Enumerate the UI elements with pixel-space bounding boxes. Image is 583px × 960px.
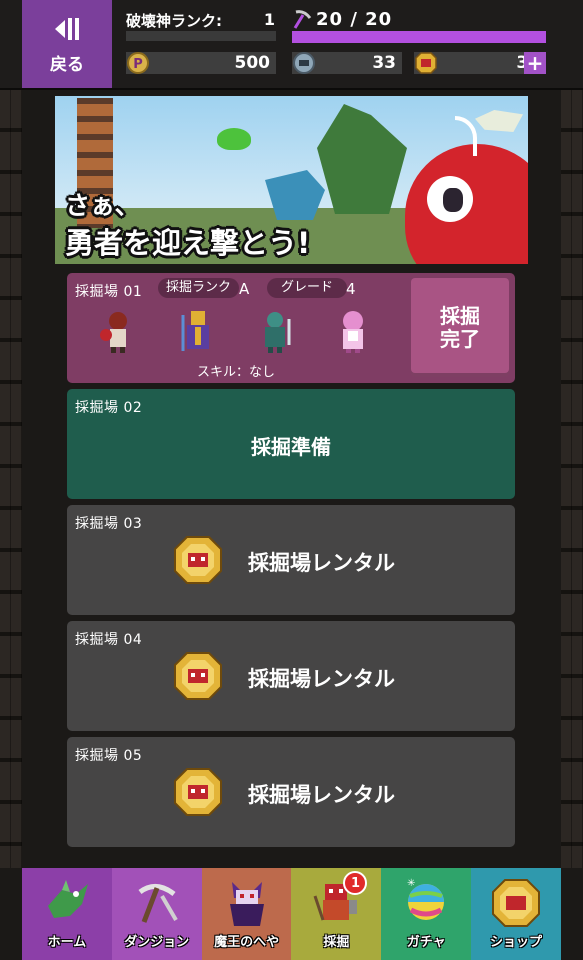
- destruction-god-rank-label: 破壊神ランク:: [126, 12, 222, 30]
- back-label: 戻る: [50, 54, 84, 75]
- nav-dungeon[interactable]: ダンジョン: [111, 868, 202, 960]
- mine-slot-02[interactable]: 採掘場 02 採掘準備: [67, 389, 515, 499]
- slime-illustration: [217, 128, 251, 150]
- nav-mining-label: 採掘: [323, 935, 350, 950]
- grade-pill: グレード: [267, 278, 348, 298]
- top-status-bar: 戻る 破壊神ランク: 1 20 / 20 P 500 33 30 +: [0, 0, 583, 90]
- points-value: 500: [234, 53, 271, 73]
- banner-title-line1: さぁ、: [65, 191, 140, 220]
- nav-demon-lord-label: 魔王のへや: [214, 935, 280, 950]
- mining-notification-badge: 1: [343, 871, 368, 895]
- dungeon-wall-left: [0, 90, 22, 868]
- nav-shop-label: ショップ: [490, 935, 543, 950]
- back-arrow-icon: [55, 17, 79, 40]
- dragon-icon: [47, 880, 88, 918]
- nav-gacha[interactable]: ✳ ガチャ: [381, 868, 472, 960]
- dungeon-wall-right: [561, 90, 583, 868]
- silver-value: 33: [372, 53, 396, 73]
- nav-dungeon-label: ダンジョン: [124, 935, 190, 950]
- skeleton-fish-illustration: [475, 110, 523, 132]
- mine-slot-04[interactable]: 採掘場 04 採掘場レンタル: [67, 621, 515, 731]
- nav-gacha-label: ガチャ: [406, 935, 446, 950]
- mining-prep-status: 採掘準備: [251, 435, 331, 459]
- demon-horn-illustration: [455, 116, 477, 156]
- stamina-value: 20 / 20: [316, 9, 393, 30]
- mine-slot-05[interactable]: 採掘場 05 採掘場レンタル: [67, 737, 515, 847]
- green-dragon-illustration: [317, 104, 407, 214]
- mine-slot-01[interactable]: 採掘場 01 採掘ランク A グレード 4 スキル：なし 採掘 完了: [67, 273, 515, 383]
- mining-complete-label: 採掘 完了: [440, 303, 480, 351]
- event-banner[interactable]: さぁ、 勇者を迎え撃とう!: [55, 96, 528, 264]
- stamina-bar: [292, 31, 546, 43]
- hero-warrior-icon: [100, 312, 127, 353]
- destruction-god-rank-value: 1: [263, 10, 275, 29]
- silver-counter: 33: [292, 52, 402, 74]
- demon-gem-icon: [174, 768, 222, 816]
- demon-gem-icon: [174, 652, 222, 700]
- mining-rank-pill: 採掘ランク: [158, 278, 240, 298]
- buy-gems-button[interactable]: +: [524, 52, 546, 74]
- mine-label: 採掘場 05: [75, 748, 143, 764]
- points-counter: P 500: [126, 52, 276, 74]
- mine-label: 採掘場 04: [75, 632, 143, 648]
- p-coin-icon: P: [127, 52, 149, 74]
- hero-knight-icon: [265, 312, 291, 353]
- mine-label: 採掘場 03: [75, 516, 143, 532]
- nav-mining[interactable]: 1 採掘: [291, 868, 382, 960]
- plus-icon: +: [526, 51, 544, 75]
- demon-gem-icon: [174, 536, 222, 584]
- pickaxe-icon: [138, 884, 178, 923]
- banner-title-line2: 勇者を迎え撃とう!: [65, 226, 311, 260]
- rent-mine-action: 採掘場レンタル: [248, 783, 395, 807]
- pickaxe-stamina-icon: [293, 10, 312, 29]
- silver-crest-icon: [293, 52, 315, 74]
- skill-text: スキル：なし: [197, 365, 276, 380]
- demon-gem-icon: [415, 52, 437, 74]
- rank-progress-bar: [126, 31, 276, 41]
- gem-icon: [492, 879, 541, 927]
- bottom-navigation: ホーム ダンジョン 魔王のへや 1 採掘 ✳ ガチャ ショップ: [22, 868, 561, 960]
- nav-demon-lord-room[interactable]: 魔王のへや: [201, 868, 292, 960]
- hero-priest-icon: [181, 311, 209, 351]
- hero-mage-icon: [343, 311, 363, 353]
- mine-slot-03[interactable]: 採掘場 03 採掘場レンタル: [67, 505, 515, 615]
- stamina-bar-fill: [292, 31, 546, 43]
- gacha-ball-icon: ✳: [407, 878, 445, 920]
- svg-text:P: P: [133, 57, 143, 72]
- mining-complete-button[interactable]: 採掘 完了: [411, 278, 509, 377]
- back-button[interactable]: 戻る: [22, 0, 112, 88]
- mine-label: 採掘場 02: [75, 400, 143, 416]
- nav-shop[interactable]: ショップ: [471, 868, 561, 960]
- nav-home-label: ホーム: [47, 935, 87, 950]
- demon-lord-icon: [229, 882, 264, 926]
- svg-text:✳: ✳: [407, 878, 415, 889]
- nav-home[interactable]: ホーム: [22, 868, 112, 960]
- mine-label: 採掘場 01: [75, 284, 143, 300]
- mining-rank-value: A: [239, 280, 250, 298]
- grade-value: 4: [346, 280, 356, 298]
- rent-mine-action: 採掘場レンタル: [248, 551, 395, 575]
- rent-mine-action: 採掘場レンタル: [248, 667, 395, 691]
- demon-pupil: [443, 188, 463, 212]
